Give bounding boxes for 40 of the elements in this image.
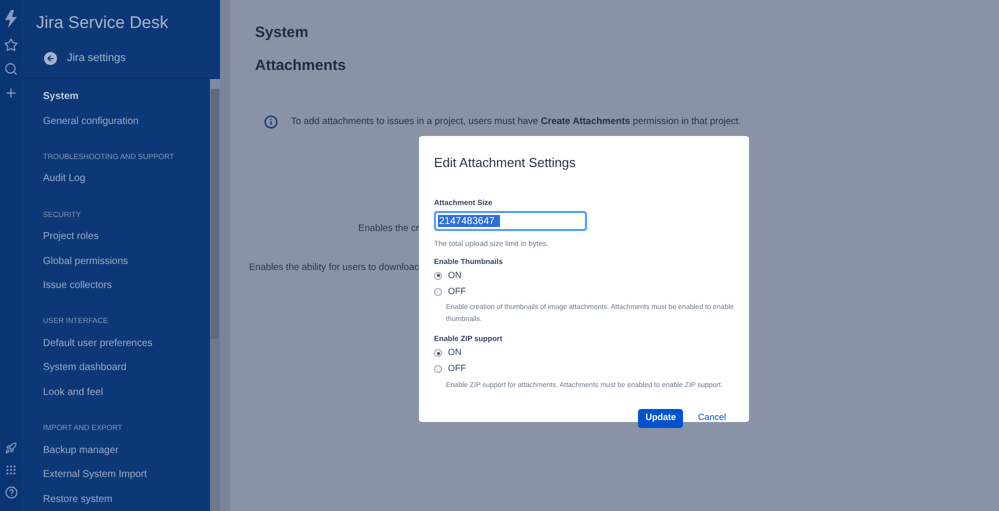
dialog-title: Edit Attachment Settings	[434, 154, 577, 172]
sidebar-item[interactable]: Issue collectors	[43, 273, 210, 298]
sidebar-item[interactable]: Look and feel	[43, 380, 210, 405]
sidebar-item[interactable]: System	[43, 84, 210, 110]
setting-description: Enables the ability for users to downloac	[248, 260, 419, 274]
page-breadcrumb: System	[255, 23, 310, 43]
star-icon[interactable]	[4, 38, 18, 52]
radio-label: ON	[448, 269, 462, 282]
sidebar-item[interactable]: Restore system	[43, 487, 210, 511]
sidebar-item[interactable]: External System Import	[43, 462, 210, 488]
sidebar-item[interactable]: Project roles	[43, 224, 210, 249]
radio-button[interactable]	[434, 349, 442, 357]
attachment-size-field[interactable]: 2147483647	[434, 211, 587, 232]
page-title: Attachments	[255, 56, 347, 76]
radio-button[interactable]	[434, 288, 442, 296]
radio-label: OFF	[448, 362, 466, 376]
radio-button[interactable]	[434, 365, 442, 373]
sidebar-item[interactable]: Global permissions	[43, 248, 210, 274]
radio-label: OFF	[448, 285, 466, 298]
grid-icon[interactable]	[5, 464, 17, 476]
sidebar-item[interactable]: General configuration	[43, 109, 210, 134]
info-icon	[264, 115, 278, 130]
search-icon[interactable]	[4, 62, 18, 76]
update-button[interactable]: Update	[638, 408, 683, 428]
back-link[interactable]: Jira settings	[22, 48, 220, 70]
radio-label: ON	[448, 346, 462, 360]
scrollbar[interactable]	[210, 78, 220, 511]
sidebar-item[interactable]: Backup manager	[43, 438, 210, 462]
sidebar-item[interactable]: Audit Log	[43, 166, 210, 192]
setting-description: Enables the cr	[358, 222, 419, 236]
info-message: To add attachments to issues in a project, users must have Create Attachments permission in that project.	[291, 115, 742, 129]
plus-icon[interactable]	[4, 86, 18, 100]
sidebar-item[interactable]: System dashboard	[43, 356, 210, 380]
lightning-logo-icon[interactable]	[4, 10, 18, 28]
help-icon[interactable]	[4, 486, 18, 499]
rocket-icon[interactable]	[5, 442, 17, 454]
sidebar-item[interactable]: Default user preferences	[43, 331, 210, 356]
product-title: Jira Service Desk	[35, 12, 170, 34]
cancel-link[interactable]: Cancel	[698, 411, 726, 425]
radio-button[interactable]	[434, 272, 442, 280]
